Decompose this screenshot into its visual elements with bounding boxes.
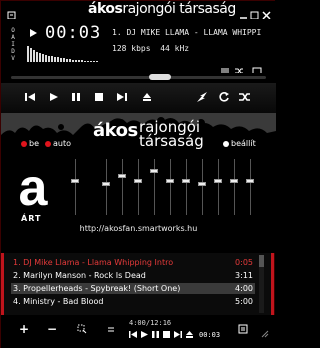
shuffle-toggle-icon[interactable] (234, 60, 244, 74)
eq-band-3-thumb[interactable] (134, 178, 142, 183)
playlist-row[interactable]: 3. Propellerheads - Spybreak! (Short One… (11, 283, 255, 294)
mini-prev-icon[interactable] (129, 331, 137, 340)
eq-band-6-thumb[interactable] (182, 178, 190, 183)
elapsed-time[interactable]: 00:03 (45, 23, 101, 43)
eq-presets-button[interactable]: beállít (223, 139, 256, 149)
khz-value: 44 (160, 44, 170, 53)
brand-rest: rajongói társaság (122, 1, 236, 17)
eq-preamp-track[interactable] (75, 159, 76, 215)
track-marquee: 1. DJ MIKE LLAMA - LLAMA WHIPPI (112, 28, 262, 37)
misc-icon[interactable] (105, 323, 117, 335)
playlist-row-title: 1. DJ Mike Llama - Llama Whipping Intro (13, 258, 174, 267)
mini-play-icon[interactable] (141, 331, 148, 340)
eq-band-8-thumb[interactable] (214, 178, 222, 183)
playlist-row-duration: 0:05 (235, 258, 253, 267)
minimize-icon[interactable] (239, 5, 248, 19)
eq-on-label: be (29, 139, 39, 148)
menu-icon[interactable] (7, 5, 16, 20)
mini-eject-icon[interactable] (186, 331, 193, 340)
resize-grip-icon[interactable] (260, 329, 270, 339)
remove-button[interactable]: − (46, 322, 58, 336)
bitrate-readout: 128 kbps 44 kHz (112, 44, 189, 53)
repeat-icon[interactable] (216, 90, 232, 104)
playlist-row-title: 4. Ministry - Bad Blood (13, 297, 104, 306)
mini-pause-icon[interactable] (152, 331, 159, 340)
art-logo: a (19, 161, 49, 217)
add-button[interactable]: + (18, 322, 30, 336)
banner-logo-bold: ákos (93, 120, 138, 141)
kbps-unit: kbps (131, 44, 151, 53)
khz-unit: kHz (174, 44, 190, 53)
list-options-icon[interactable] (237, 323, 249, 335)
shuffle-icon[interactable] (237, 90, 253, 104)
playlist-row-title: 3. Propellerheads - Spybreak! (Short One… (13, 284, 181, 293)
eq-auto-label: auto (53, 139, 72, 148)
eq-band-1-track[interactable] (106, 159, 107, 215)
eq-auto-toggle[interactable]: auto (45, 139, 71, 149)
mini-stop-icon[interactable] (163, 331, 170, 340)
eq-on-toggle[interactable]: be (21, 139, 39, 149)
shade-icon[interactable] (250, 5, 259, 20)
title-bar[interactable]: ákosrajongói társaság (1, 1, 276, 20)
eject-icon[interactable] (139, 90, 155, 104)
mini-elapsed-time: 00:03 (199, 331, 221, 339)
kbps-value: 128 (112, 44, 127, 53)
play-button-icon[interactable] (46, 90, 62, 104)
eq-presets-led (223, 140, 229, 147)
eq-auto-led (45, 140, 51, 147)
fan-site-url[interactable]: http://akosfan.smartworks.hu (1, 224, 276, 233)
eq-band-5-thumb[interactable] (166, 178, 174, 183)
playlist-row[interactable]: 4. Ministry - Bad Blood 5:00 (11, 296, 255, 307)
eq-band-10-track[interactable] (250, 159, 251, 215)
eq-band-9-thumb[interactable] (230, 178, 238, 183)
eq-band-9-track[interactable] (234, 159, 235, 215)
visualizer-mode-label[interactable]: OAIDV (10, 27, 16, 62)
playlist-total-time: 4:00/12:16 (129, 319, 172, 327)
eq-band-10-thumb[interactable] (246, 178, 254, 183)
eq-band-2-thumb[interactable] (118, 173, 126, 178)
pause-icon[interactable] (68, 90, 84, 104)
eq-band-4-track[interactable] (154, 159, 155, 215)
eq-on-led (21, 140, 27, 147)
play-state-icon (29, 28, 38, 41)
repeat-toggle-icon[interactable] (252, 60, 262, 75)
eq-band-2-track[interactable] (122, 159, 123, 215)
eq-preamp-thumb[interactable] (71, 178, 79, 183)
playlist-row-duration: 4:00 (235, 284, 253, 293)
seek-knob[interactable] (149, 74, 171, 80)
winamp-window: ákosrajongói társaság OAIDV 00:03 1. DJ … (0, 0, 276, 348)
seek-bar[interactable] (11, 76, 266, 79)
banner-logo-line2: társaság (139, 132, 204, 150)
playlist-row-duration: 5:00 (235, 297, 253, 306)
eq-band-7-track[interactable] (202, 159, 203, 215)
eq-band-6-track[interactable] (186, 159, 187, 215)
brand-title: ákosrajongói társaság (88, 2, 236, 17)
art-logo-text: ÁRT (21, 214, 42, 223)
mini-next-icon[interactable] (174, 331, 182, 340)
playlist-row-title: 2. Marilyn Manson - Rock Is Dead (13, 271, 146, 280)
eq-band-4-thumb[interactable] (150, 169, 158, 174)
winamp-bolt-icon[interactable] (194, 90, 210, 104)
eq-presets-label: beállít (231, 139, 256, 148)
brand-bold: ákos (88, 1, 123, 17)
eq-band-8-track[interactable] (218, 159, 219, 215)
playlist-row-duration: 3:11 (235, 271, 253, 280)
close-icon[interactable] (262, 5, 271, 20)
stop-icon[interactable] (91, 90, 107, 104)
svg-text:a: a (19, 161, 49, 217)
next-icon[interactable] (114, 90, 130, 104)
banner-logo-text: rajongói társaság (139, 120, 204, 150)
playlist-scrollbar-thumb[interactable] (259, 255, 264, 267)
eq-band-7-thumb[interactable] (198, 182, 206, 187)
select-icon[interactable] (76, 323, 88, 335)
banner-logo: ákos (93, 122, 138, 140)
eq-band-5-track[interactable] (170, 159, 171, 215)
playlist-toggle-icon[interactable] (220, 60, 230, 74)
eq-band-1-thumb[interactable] (102, 182, 110, 187)
previous-icon[interactable] (22, 90, 38, 104)
playlist-row[interactable]: 2. Marilyn Manson - Rock Is Dead 3:11 (11, 270, 255, 281)
eq-band-3-track[interactable] (138, 159, 139, 215)
spectrum-visualizer[interactable] (27, 46, 102, 62)
playlist-row[interactable]: 1. DJ Mike Llama - Llama Whipping Intro 0… (11, 257, 255, 268)
